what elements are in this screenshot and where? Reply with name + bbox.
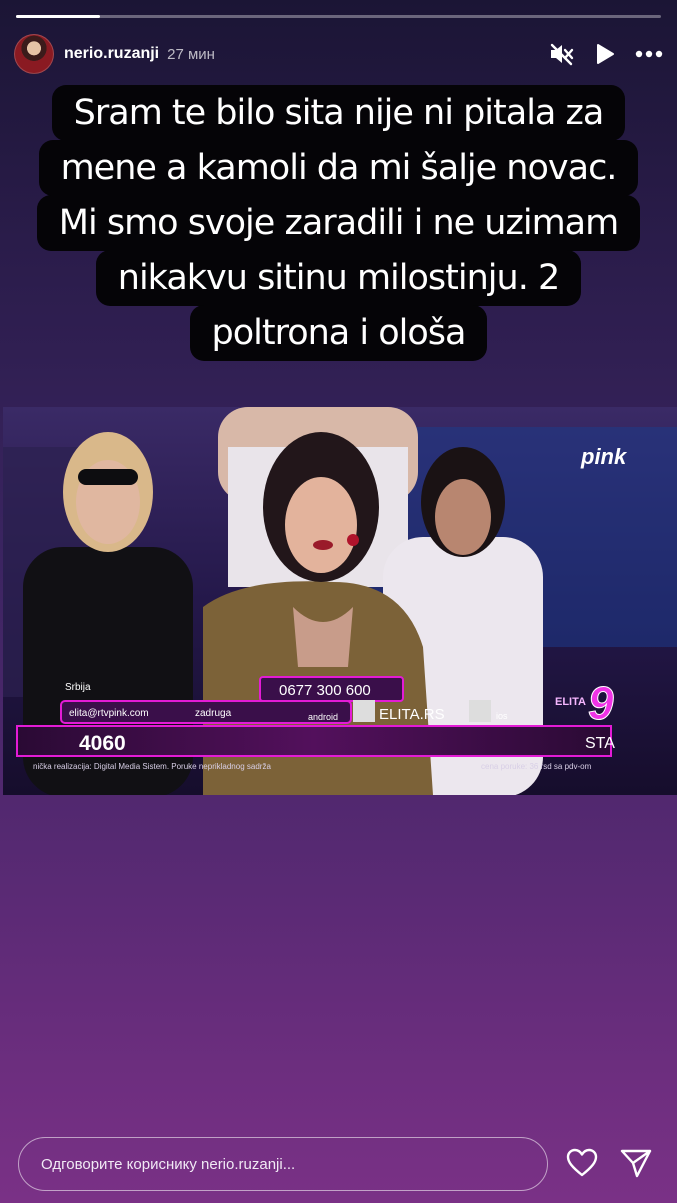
channel-logo: pink <box>580 444 628 469</box>
tv-site: ELITA.RS <box>379 706 445 723</box>
qr-code <box>469 700 491 722</box>
story-progress-fill <box>16 15 100 18</box>
tv-region: Srbija <box>65 682 91 693</box>
speaker-muted-icon[interactable] <box>549 42 575 66</box>
tv-counter: 4060 <box>79 732 126 755</box>
tv-phone: 0677 300 600 <box>279 682 371 699</box>
username[interactable]: nerio.ruzanji <box>64 45 159 63</box>
tv-footer-right: cena poruke: 36 rsd sa pdv-om <box>481 762 592 771</box>
caption-line: Mi smo svoje zaradili i ne uzimam <box>36 195 641 251</box>
tv-email: elita@rtvpink.com <box>69 708 149 719</box>
tv-ios: ios <box>496 711 508 721</box>
caption-line: Sram te bilo sita nije ni pitala za <box>51 85 626 141</box>
tv-footer-left: nička realizacija: Digital Media Sistem.… <box>33 762 271 771</box>
tv-scene: pink ELITA 9 Srbija elita@rtvpink.com za… <box>3 407 677 795</box>
story-progress-track <box>16 15 661 18</box>
header-actions <box>549 42 663 66</box>
send-icon[interactable] <box>620 1148 652 1183</box>
tv-screenshot: pink ELITA 9 Srbija elita@rtvpink.com za… <box>3 407 677 795</box>
qr-code <box>353 700 375 722</box>
tv-social: zadruga <box>195 708 232 719</box>
more-dots-icon[interactable] <box>635 50 663 58</box>
heart-icon[interactable] <box>566 1148 598 1183</box>
caption-line: poltrona i ološa <box>189 305 488 361</box>
reply-placeholder: Одговорите кориснику nerio.ruzanji... <box>41 1155 296 1173</box>
show-logo-number: 9 <box>588 677 614 729</box>
play-icon[interactable] <box>595 43 615 65</box>
story-caption: Sram te bilo sita nije ni pitala za mene… <box>0 85 677 361</box>
tv-android: android <box>308 712 338 722</box>
reply-input[interactable]: Одговорите кориснику nerio.ruzanji... <box>18 1137 548 1191</box>
tv-ticker: STA <box>585 735 615 752</box>
post-time: 27 мин <box>167 45 215 63</box>
profile-avatar[interactable] <box>14 34 54 74</box>
caption-line: mene a kamoli da mi šalje novac. <box>38 140 639 196</box>
show-logo-text: ELITA <box>555 696 586 708</box>
story-header: nerio.ruzanji 27 мин <box>14 34 663 74</box>
caption-line: nikakvu sitinu milostinju. 2 <box>95 250 582 306</box>
